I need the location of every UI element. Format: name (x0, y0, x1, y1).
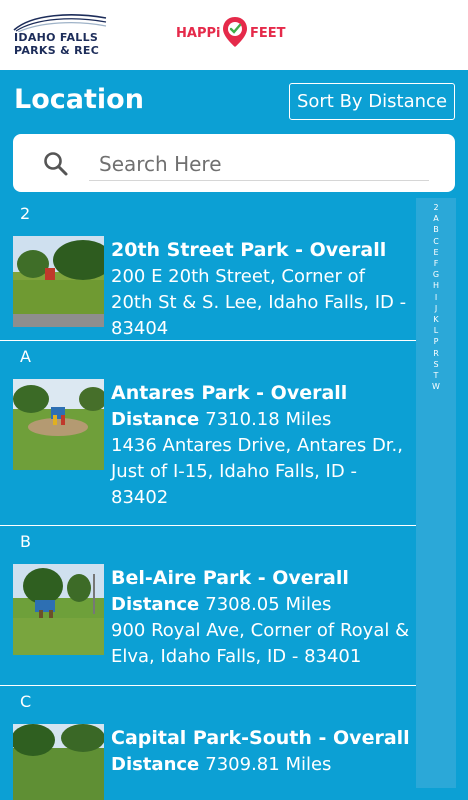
list-item[interactable]: 20th Street Park - Overall 200 E 20th St… (0, 228, 416, 341)
index-letter[interactable]: F (416, 258, 456, 269)
index-letter[interactable]: T (416, 370, 456, 381)
idaho-falls-parks-logo: IDAHO FALLS PARKS & REC (12, 10, 108, 58)
logo-swoosh-icon (13, 14, 107, 32)
park-thumbnail (13, 379, 104, 470)
search-input[interactable] (89, 147, 429, 181)
section-header-c: C (20, 691, 32, 711)
logo-text-right: FEET (250, 26, 286, 41)
distance-label: Distance (111, 754, 200, 775)
park-address: 1436 Antares Drive, Antares Dr., Just of… (111, 435, 403, 508)
index-letter[interactable]: A (416, 213, 456, 224)
location-screen: Location Sort By Distance 2 (0, 70, 468, 800)
sort-by-distance-button[interactable]: Sort By Distance (289, 83, 455, 120)
distance-label: Distance (111, 594, 200, 615)
index-letter[interactable]: K (416, 314, 456, 325)
index-letters: 2ABCEFGHIJKLPRSTW (416, 202, 456, 392)
park-address: 200 E 20th Street, Corner of 20th St & S… (111, 266, 407, 339)
index-letter[interactable]: G (416, 269, 456, 280)
park-distance: Distance 7309.81 Miles (111, 752, 412, 778)
park-name: Capital Park-South - Overall (111, 727, 410, 749)
section-header-2: 2 (20, 203, 31, 223)
index-letter[interactable]: C (416, 236, 456, 247)
alphabet-index-bar[interactable]: 2ABCEFGHIJKLPRSTW (416, 198, 456, 788)
park-thumbnail (13, 724, 104, 800)
map-pin-check-icon (223, 17, 247, 47)
index-letter[interactable]: H (416, 280, 456, 291)
index-letter[interactable]: L (416, 325, 456, 336)
list-item[interactable]: Bel-Aire Park - Overall Distance 7308.05 … (0, 556, 416, 686)
logo-line-1: IDAHO FALLS (14, 31, 99, 44)
search-icon (44, 152, 68, 176)
park-thumbnail (13, 236, 104, 327)
logo-line-2: PARKS & REC (14, 44, 100, 57)
section-header-b: B (20, 531, 31, 551)
index-letter[interactable]: R (416, 348, 456, 359)
index-letter[interactable]: W (416, 381, 456, 392)
park-distance: Distance 7308.05 Miles (111, 592, 412, 618)
park-name: 20th Street Park - Overall (111, 239, 387, 261)
park-distance: Distance 7310.18 Miles (111, 407, 412, 433)
park-name: Antares Park - Overall (111, 382, 348, 404)
park-name: Bel-Aire Park - Overall (111, 567, 349, 589)
search-bar (13, 134, 455, 192)
park-thumbnail (13, 564, 104, 655)
index-letter[interactable]: E (416, 247, 456, 258)
index-letter[interactable]: B (416, 224, 456, 235)
logo-text-left: HAPPi (176, 26, 221, 41)
app-header: IDAHO FALLS PARKS & REC HAPPi FEET (0, 0, 468, 70)
distance-value: 7309.81 Miles (205, 754, 332, 775)
list-item[interactable]: Capital Park-South - Overall Distance 730… (0, 716, 416, 800)
index-letter[interactable]: 2 (416, 202, 456, 213)
distance-value: 7310.18 Miles (205, 409, 332, 430)
list-item[interactable]: Antares Park - Overall Distance 7310.18 M… (0, 371, 416, 526)
location-list[interactable]: 2 20th Street Park - Overall 200 E 20th … (0, 198, 416, 800)
park-address: 900 Royal Ave, Corner of Royal & Elva, I… (111, 620, 410, 667)
index-letter[interactable]: I (416, 292, 456, 303)
index-letter[interactable]: S (416, 359, 456, 370)
happi-feet-logo: HAPPi FEET (176, 16, 296, 56)
distance-label: Distance (111, 409, 200, 430)
index-letter[interactable]: P (416, 336, 456, 347)
index-letter[interactable]: J (416, 303, 456, 314)
page-title: Location (14, 84, 144, 115)
distance-value: 7308.05 Miles (205, 594, 332, 615)
